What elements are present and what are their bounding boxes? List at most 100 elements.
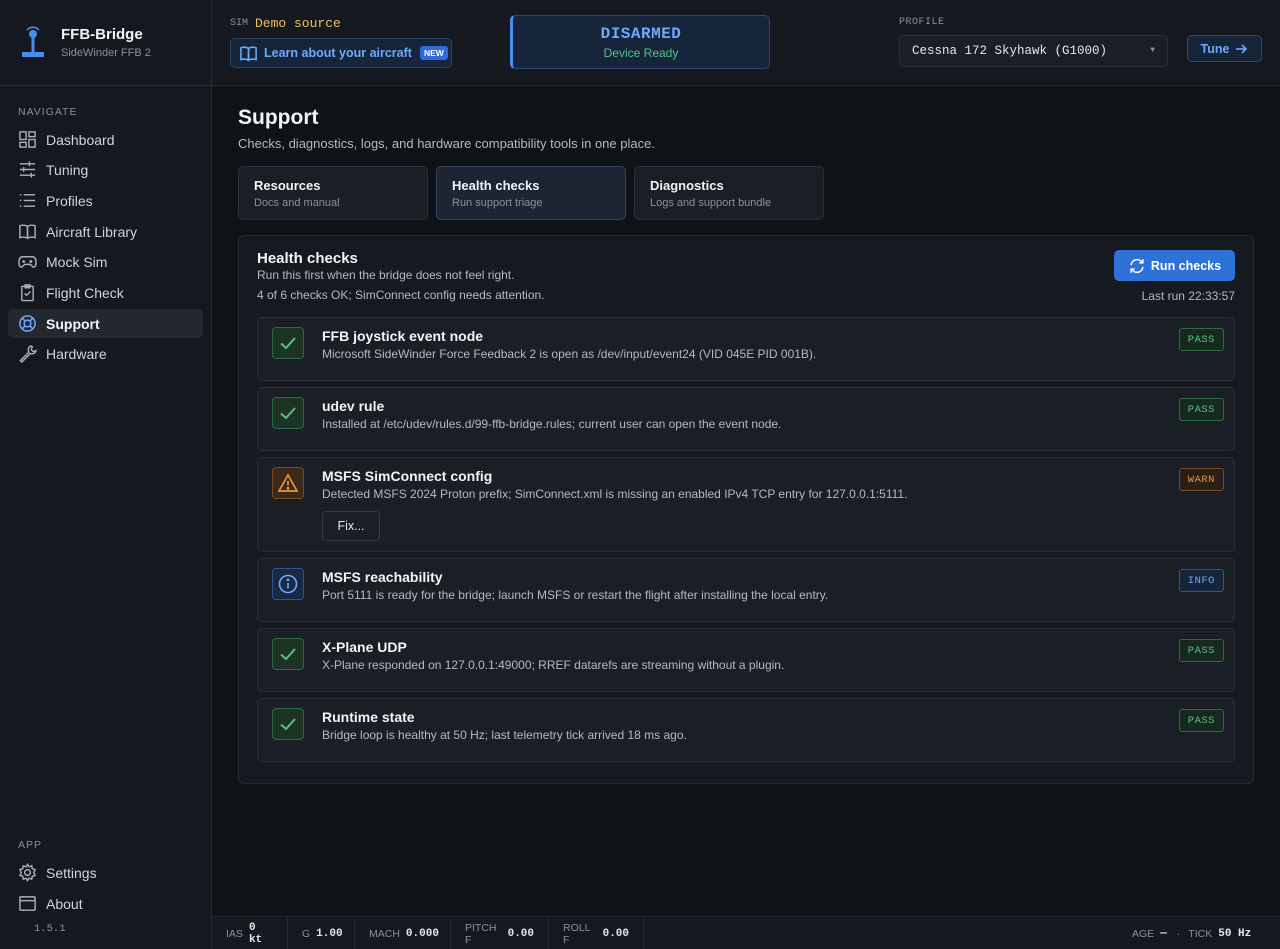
check-pass-icon [272, 327, 304, 359]
topbar: SIM Demo source Learn about your aircraf… [212, 0, 1280, 86]
pitch-force-readout: PITCH F 0.00 [451, 917, 549, 949]
tab-health-checks[interactable]: Health checks Run support triage [436, 166, 626, 220]
sidebar-item-dashboard[interactable]: Dashboard [8, 125, 203, 154]
ias-value: 0 kt [248, 921, 263, 946]
run-checks-label: Run checks [1150, 258, 1222, 273]
sidebar-item-about[interactable]: About [8, 889, 203, 918]
page-subtitle: Checks, diagnostics, logs, and hardware … [238, 136, 655, 151]
device-name: SideWinder FFB 2 [61, 47, 151, 59]
status-badge: INFO [1178, 569, 1224, 592]
roll-value: 0.00 [602, 927, 629, 940]
sidebar-item-profiles[interactable]: Profiles [8, 186, 203, 215]
mach-readout: MACH 0.000 [355, 917, 451, 949]
sidebar-item-aircraft-library[interactable]: Aircraft Library [8, 217, 203, 246]
app-heading: APP [18, 839, 43, 851]
window-icon [19, 896, 36, 911]
checks-summary: 4 of 6 checks OK; SimConnect config need… [257, 288, 545, 302]
page-title: Support [238, 106, 319, 129]
last-run-time: Last run 22:33:57 [1141, 289, 1235, 303]
panel-subtitle: Run this first when the bridge does not … [257, 268, 515, 282]
arrow-right-icon [1236, 43, 1248, 54]
joystick-logo-icon [22, 25, 44, 57]
g-value: 1.00 [316, 927, 343, 940]
profile-select[interactable]: Cessna 172 Skyhawk (G1000) ▼ [899, 35, 1168, 67]
sidebar-item-label: Support [46, 315, 100, 332]
book-icon [240, 45, 257, 61]
sidebar-item-tuning[interactable]: Tuning [8, 155, 203, 184]
tune-label: Tune [1200, 41, 1230, 56]
sidebar-item-label: Settings [46, 864, 97, 881]
tab-subtitle: Run support triage [452, 197, 543, 209]
status-badge: WARN [1178, 468, 1224, 491]
sidebar-item-hardware[interactable]: Hardware [8, 339, 203, 368]
check-description: Bridge loop is healthy at 50 Hz; last te… [322, 728, 687, 742]
wrench-icon [19, 345, 37, 363]
tick-label: TICK [1188, 927, 1213, 940]
book-icon [19, 224, 36, 240]
sidebar-item-label: Hardware [46, 345, 107, 362]
g-readout: G 1.00 [288, 917, 355, 949]
mach-label: MACH [369, 927, 400, 940]
tab-title: Health checks [452, 178, 540, 193]
check-row-simconnect-config: MSFS SimConnect config Detected MSFS 202… [257, 457, 1235, 552]
sidebar-item-label: About [46, 895, 83, 912]
tab-subtitle: Docs and manual [254, 197, 340, 209]
check-description: Port 5111 is ready for the bridge; launc… [322, 588, 829, 602]
profile-label: PROFILE [899, 17, 945, 28]
sidebar-item-label: Profiles [46, 192, 93, 209]
ias-label: IAS [226, 927, 243, 940]
check-title: udev rule [322, 398, 385, 414]
sidebar-item-settings[interactable]: Settings [8, 858, 203, 887]
sliders-icon [19, 161, 36, 178]
sidebar-item-mock-sim[interactable]: Mock Sim [8, 247, 203, 276]
tab-resources[interactable]: Resources Docs and manual [238, 166, 428, 220]
arm-status[interactable]: DISARMED Device Ready [510, 15, 770, 69]
age-tick-readout: AGE — · TICK 50 Hz [1132, 917, 1251, 949]
learn-aircraft-label: Learn about your aircraft [264, 46, 412, 60]
refresh-icon [1130, 258, 1144, 273]
clipboard-icon [21, 284, 34, 302]
learn-aircraft-button[interactable]: Learn about your aircraft NEW [230, 38, 452, 68]
tab-title: Diagnostics [650, 178, 724, 193]
warning-icon [272, 467, 304, 499]
panel-title: Health checks [257, 250, 358, 267]
health-checks-panel: Health checks Run this first when the br… [238, 235, 1254, 784]
sidebar-item-label: Dashboard [46, 131, 115, 148]
arm-state: DISARMED [600, 25, 682, 43]
run-checks-button[interactable]: Run checks [1114, 250, 1235, 281]
check-title: FFB joystick event node [322, 328, 484, 344]
tab-subtitle: Logs and support bundle [650, 197, 772, 209]
fix-button[interactable]: Fix... [322, 511, 380, 541]
new-badge: NEW [419, 46, 448, 60]
pitch-value: 0.00 [507, 927, 534, 940]
info-icon [272, 568, 304, 600]
g-label: G [302, 927, 311, 940]
roll-force-readout: ROLL F 0.00 [549, 917, 644, 949]
tune-button[interactable]: Tune [1187, 35, 1262, 62]
check-title: Runtime state [322, 709, 415, 725]
sidebar-item-flight-check[interactable]: Flight Check [8, 278, 203, 307]
check-row-ffb-event-node: FFB joystick event node Microsoft SideWi… [257, 317, 1235, 381]
app-title: FFB-Bridge [61, 26, 143, 43]
nav-heading: NAVIGATE [18, 106, 78, 118]
status-bar: IAS 0 kt G 1.00 MACH 0.000 PITCH F 0.00 … [212, 916, 1280, 949]
tab-diagnostics[interactable]: Diagnostics Logs and support bundle [634, 166, 824, 220]
check-row-runtime-state: Runtime state Bridge loop is healthy at … [257, 698, 1235, 762]
chevron-down-icon: ▼ [1150, 46, 1155, 55]
age-value: — [1160, 927, 1167, 940]
pitch-label: PITCH F [465, 921, 497, 946]
check-row-xplane-udp: X-Plane UDP X-Plane responded on 127.0.0… [257, 628, 1235, 692]
sidebar-item-support[interactable]: Support [8, 309, 203, 338]
check-row-udev-rule: udev rule Installed at /etc/udev/rules.d… [257, 387, 1235, 451]
lifebuoy-icon [19, 315, 36, 332]
check-pass-icon [272, 638, 304, 670]
list-icon [19, 194, 36, 207]
check-description: Installed at /etc/udev/rules.d/99-ffb-br… [322, 417, 782, 431]
check-title: MSFS reachability [322, 569, 443, 585]
sidebar-item-label: Flight Check [46, 284, 124, 301]
check-title: X-Plane UDP [322, 639, 407, 655]
sidebar-item-label: Mock Sim [46, 253, 108, 270]
main-content: Support Checks, diagnostics, logs, and h… [212, 86, 1280, 916]
status-badge: PASS [1178, 328, 1224, 351]
check-description: Detected MSFS 2024 Proton prefix; SimCon… [322, 487, 908, 501]
